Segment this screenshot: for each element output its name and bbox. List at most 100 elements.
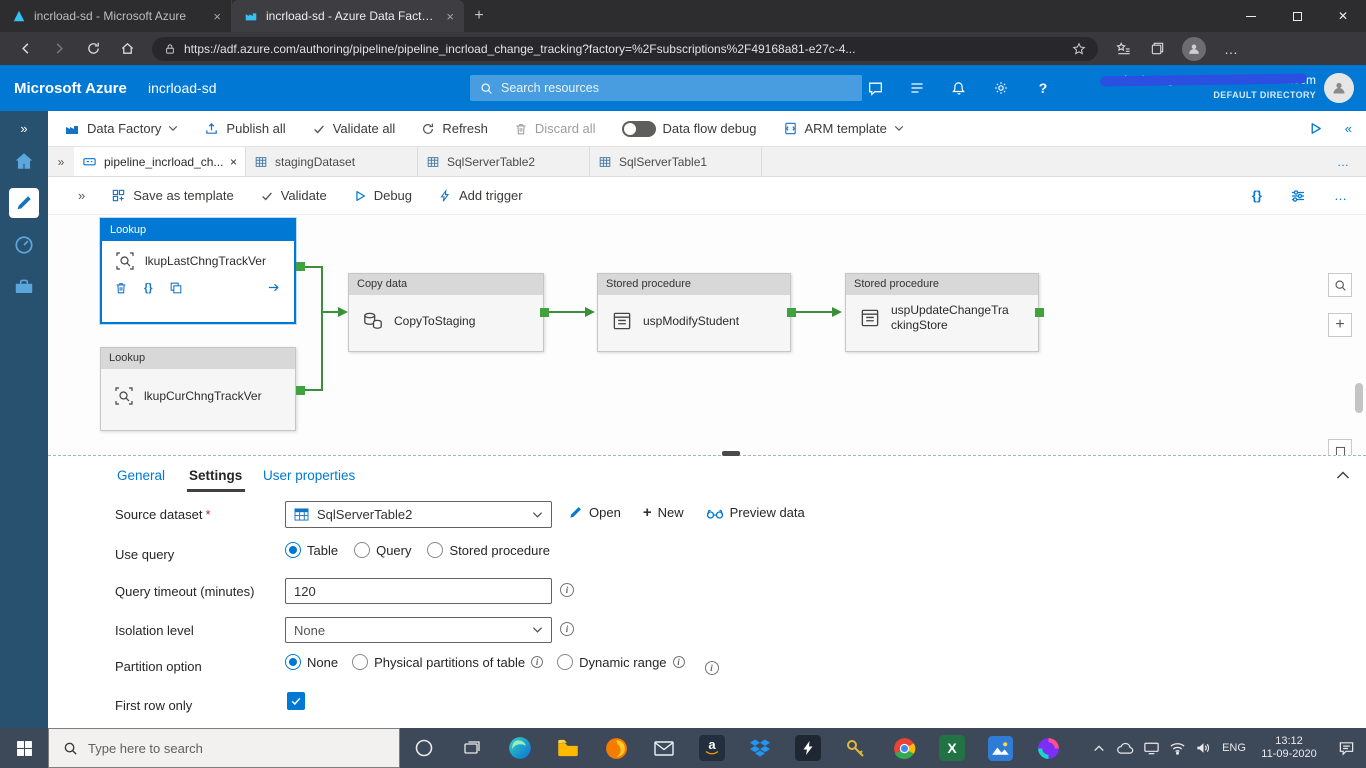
clock[interactable]: 13:12 11-09-2020 — [1252, 735, 1326, 761]
language-indicator[interactable]: ENG — [1216, 742, 1252, 754]
window-close-button[interactable]: ✕ — [1320, 0, 1366, 32]
source-dataset-dropdown[interactable]: SqlServerTable2 — [285, 501, 552, 528]
cortana-button[interactable] — [400, 728, 448, 768]
radio-option-table[interactable]: Table — [285, 542, 338, 558]
radio-option-dynamic-range[interactable]: Dynamic range i — [557, 654, 685, 670]
add-output-arrow-icon[interactable] — [267, 280, 282, 295]
output-port[interactable] — [540, 308, 549, 317]
account-avatar[interactable] — [1324, 73, 1354, 103]
toggle-off-icon[interactable] — [621, 120, 656, 137]
firefox-icon[interactable] — [592, 728, 640, 768]
activity-code-icon[interactable]: {} — [144, 282, 153, 294]
canvas-scrollbar-thumb[interactable] — [1355, 383, 1363, 413]
tab-close-icon[interactable]: × — [211, 9, 223, 24]
tray-chevron-up-icon[interactable] — [1086, 743, 1112, 753]
discard-all-button[interactable]: Discard all — [514, 121, 596, 136]
onedrive-cloud-icon[interactable] — [1112, 742, 1138, 755]
data-factory-menu[interactable]: Data Factory — [64, 121, 178, 137]
data-flow-debug-toggle[interactable]: Data flow debug — [621, 120, 757, 137]
paint3d-swirl-icon[interactable] — [1024, 728, 1072, 768]
sidebar-item-home[interactable] — [0, 140, 48, 182]
back-button[interactable] — [10, 35, 40, 62]
list-icon[interactable] — [908, 79, 926, 97]
key-app-icon[interactable] — [832, 728, 880, 768]
photos-icon[interactable] — [976, 728, 1024, 768]
help-icon[interactable]: ? — [1034, 79, 1052, 97]
settings-sliders-icon[interactable] — [1290, 188, 1306, 204]
canvas-search-button[interactable] — [1328, 273, 1352, 297]
resource-tab-pipeline[interactable]: pipeline_incrload_ch... × — [74, 147, 246, 176]
amazon-icon[interactable]: a — [688, 728, 736, 768]
browser-menu-button[interactable]: … — [1216, 41, 1247, 57]
sidebar-item-manage[interactable] — [0, 266, 48, 308]
collections-icon[interactable] — [1142, 35, 1172, 62]
sidebar-item-monitor[interactable] — [0, 224, 48, 266]
activity-lookup-last[interactable]: Lookup lkupLastChngTrackVer {} — [100, 218, 296, 324]
resource-search-input[interactable] — [501, 81, 852, 95]
window-maximize-button[interactable] — [1274, 0, 1320, 32]
excel-icon[interactable]: X — [928, 728, 976, 768]
favorites-bar-icon[interactable] — [1108, 35, 1138, 62]
radio-option-physical-partitions[interactable]: Physical partitions of table i — [352, 654, 544, 670]
tab-overflow-button[interactable]: … — [1321, 147, 1366, 176]
sidebar-expander[interactable]: » — [0, 116, 48, 140]
edge-taskbar-icon[interactable] — [496, 728, 544, 768]
tab-close-icon[interactable]: × — [444, 9, 456, 24]
first-row-only-checkbox[interactable] — [287, 692, 305, 710]
info-icon[interactable]: i — [704, 661, 719, 675]
debug-button[interactable]: Debug — [353, 188, 412, 203]
azure-brand[interactable]: Microsoft Azure — [14, 65, 127, 111]
resource-search[interactable] — [470, 75, 862, 101]
forward-button[interactable] — [44, 35, 74, 62]
taskbar-search[interactable]: Type here to search — [48, 728, 400, 768]
pipeline-more-button[interactable]: … — [1334, 188, 1348, 203]
radio-option-stored-procedure[interactable]: Stored procedure — [427, 542, 550, 558]
mail-icon[interactable] — [640, 728, 688, 768]
output-port[interactable] — [296, 386, 305, 395]
isolation-level-dropdown[interactable]: None — [285, 617, 552, 643]
resource-tab-stagingdataset[interactable]: stagingDataset — [246, 147, 418, 176]
resource-tab-sqlservertable1[interactable]: SqlServerTable1 — [590, 147, 762, 176]
clone-activity-icon[interactable] — [169, 281, 183, 295]
collapse-right-panel-button[interactable]: « — [1345, 121, 1352, 136]
window-minimize-button[interactable] — [1228, 0, 1274, 32]
output-port[interactable] — [296, 262, 305, 271]
chrome-icon[interactable] — [880, 728, 928, 768]
query-timeout-input[interactable] — [285, 578, 552, 604]
zoom-fit-button[interactable] — [1328, 439, 1352, 455]
task-view-button[interactable] — [448, 728, 496, 768]
activity-stored-proc-modify[interactable]: Stored procedure uspModifyStudent — [597, 273, 791, 352]
new-tab-button[interactable]: + — [464, 0, 494, 32]
preview-data-button[interactable]: Preview data — [706, 505, 805, 520]
open-dataset-button[interactable]: Open — [568, 505, 621, 520]
bell-icon[interactable] — [950, 79, 968, 97]
info-icon[interactable]: i — [560, 622, 574, 636]
favorite-star-icon[interactable] — [1072, 42, 1086, 56]
refresh-button[interactable] — [78, 35, 108, 62]
wifi-icon[interactable] — [1164, 741, 1190, 755]
output-port[interactable] — [1035, 308, 1044, 317]
tab-user-properties[interactable]: User properties — [263, 468, 355, 483]
validate-button[interactable]: Validate — [260, 188, 327, 203]
new-dataset-button[interactable]: + New — [643, 505, 684, 520]
publish-all-button[interactable]: Publish all — [204, 121, 286, 136]
volume-icon[interactable] — [1190, 741, 1216, 755]
activities-pane-expander[interactable]: » — [78, 188, 85, 203]
zoom-in-button[interactable]: + — [1328, 313, 1352, 337]
start-button[interactable] — [0, 728, 48, 768]
home-button[interactable] — [112, 35, 142, 62]
tab-settings[interactable]: Settings — [189, 468, 242, 483]
panel-resize-handle[interactable] — [722, 451, 740, 456]
output-port[interactable] — [787, 308, 796, 317]
submit-play-icon[interactable] — [1308, 121, 1323, 136]
monitor-icon[interactable] — [1138, 741, 1164, 755]
code-view-button[interactable]: {} — [1252, 188, 1262, 203]
save-as-template-button[interactable]: Save as template — [111, 188, 234, 203]
tab-close-icon[interactable]: × — [230, 155, 237, 169]
activity-copy-data[interactable]: Copy data CopyToStaging — [348, 273, 544, 352]
refresh-button-adf[interactable]: Refresh — [421, 121, 488, 136]
info-icon[interactable]: i — [560, 583, 574, 597]
validate-all-button[interactable]: Validate all — [312, 121, 395, 136]
collapse-panel-chevron-icon[interactable] — [1336, 470, 1350, 480]
feedback-icon[interactable] — [866, 79, 884, 97]
